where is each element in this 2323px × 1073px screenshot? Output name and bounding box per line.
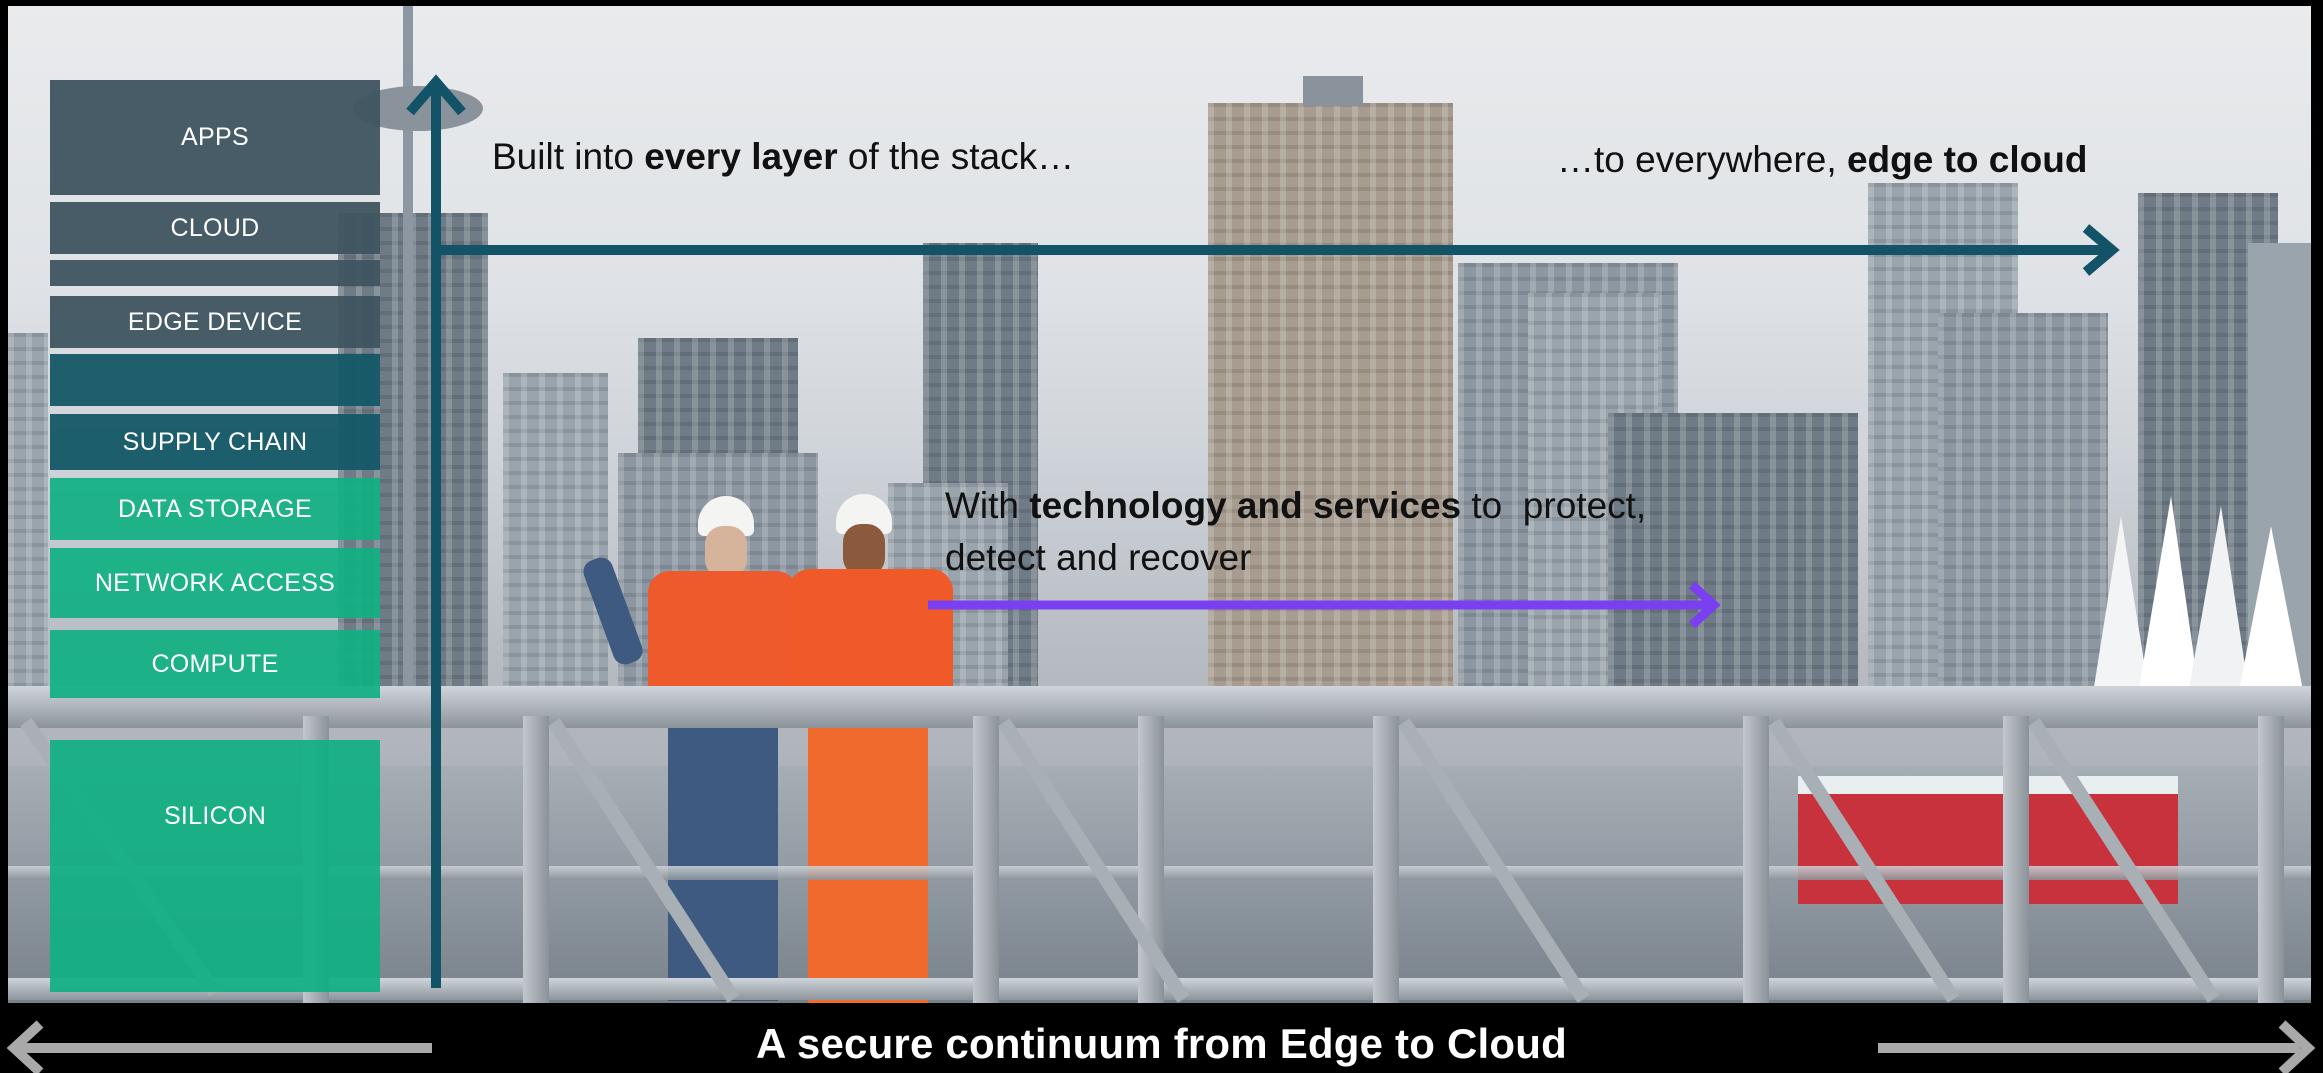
horizontal-edge-cloud-arrow [436,224,2120,276]
footer-title: A secure continuum from Edge to Cloud [756,1020,1567,1067]
footer-bar: A secure continuum from Edge to Cloud [0,1005,2323,1073]
caption-technology-services: With technology and services to protect,… [945,480,1646,584]
caption-technology-line-2: detect and recover [945,537,1252,578]
caption-technology-line-1: With technology and services to protect, [945,485,1647,526]
purple-services-arrow [928,581,1721,629]
caption-every-layer: Built into every layer of the stack… [492,136,1075,177]
caption-edge-to-cloud: …to everywhere, edge to cloud [1557,139,2088,180]
vertical-stack-arrow [406,74,466,988]
slide-frame: APPS CLOUD EDGE DEVICE SUPPLY CHAIN DATA… [0,0,2323,1073]
